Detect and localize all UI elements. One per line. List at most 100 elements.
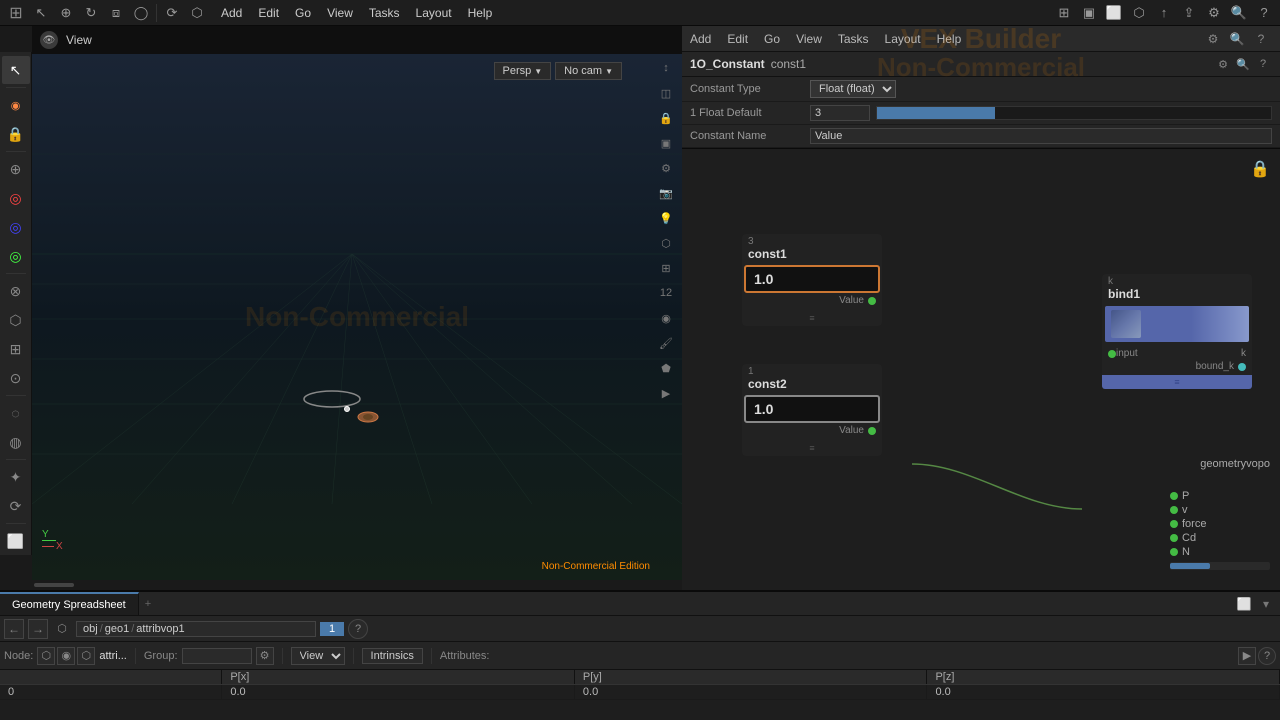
viewport-obj-icon[interactable]: ⬡ (654, 231, 678, 255)
time-icon[interactable]: ⟳ (160, 1, 184, 25)
brush-btn[interactable]: ◌ (2, 399, 30, 427)
viewport-shader-icon[interactable]: ⬟ (654, 356, 678, 380)
const2-display[interactable]: 1.0 (744, 395, 880, 423)
constant-type-select[interactable]: Float (float) (810, 80, 896, 98)
bind1-node[interactable]: k bind1 input k bound_k (1102, 274, 1252, 389)
const1-display[interactable]: 1.0 (744, 265, 880, 293)
select-tool-btn[interactable]: ↖ (2, 56, 30, 84)
float-default-slider[interactable] (876, 106, 1272, 120)
select-tool-icon[interactable]: ↖ (29, 1, 53, 25)
vex-menu-layout[interactable]: Layout (885, 32, 921, 46)
node-icon1[interactable]: ⬡ (37, 647, 55, 665)
viewport-lock2-icon[interactable]: 🔒 (654, 106, 678, 130)
lock-btn[interactable]: 🔒 (2, 120, 30, 148)
menu-layout[interactable]: Layout (408, 4, 460, 22)
vex-menu-help[interactable]: Help (937, 32, 962, 46)
vex-node-canvas[interactable]: 3 const1 1.0 Value ≡ (682, 149, 1280, 590)
viewport-display-icon[interactable]: ◫ (654, 81, 678, 105)
view-tool-btn[interactable]: ◉ (2, 91, 30, 119)
viewport-light-icon[interactable]: 💡 (654, 206, 678, 230)
snap-btn[interactable]: ⊞ (2, 335, 30, 363)
intrinsics-button[interactable]: Intrinsics (362, 648, 423, 664)
render-icon[interactable]: ◯ (129, 1, 153, 25)
vex-help-icon[interactable]: ? (1250, 28, 1272, 50)
path-breadcrumb[interactable]: obj / geo1 / attribvop1 (76, 621, 316, 637)
app-menu-icon[interactable]: ⊞ (4, 1, 28, 25)
layout-icon[interactable]: ⊞ (1052, 1, 1076, 25)
export-icon[interactable]: ↑ (1152, 1, 1176, 25)
menu-tasks[interactable]: Tasks (361, 4, 408, 22)
viewport-pan-icon[interactable]: ↕ (654, 56, 678, 80)
view-mode-icon[interactable]: 👁 (40, 31, 58, 49)
props-settings-icon[interactable]: ⚙ (1214, 55, 1232, 73)
vex-menu-go[interactable]: Go (764, 32, 780, 46)
props-help2-icon[interactable]: ? (1254, 55, 1272, 73)
viewport-render-icon[interactable]: ▣ (654, 131, 678, 155)
viewport-settings2-icon[interactable]: ⚙ (654, 156, 678, 180)
help-icon[interactable]: ? (1252, 1, 1276, 25)
node-btn[interactable]: ⬡ (2, 306, 30, 334)
nav-back-button[interactable]: ← (4, 619, 24, 639)
viewport-snap2-icon[interactable]: 12 (654, 281, 678, 305)
viewport-scrollbar[interactable] (32, 580, 682, 590)
vex-menu-add[interactable]: Add (690, 32, 711, 46)
props-search2-icon[interactable]: 🔍 (1234, 55, 1252, 73)
search-icon[interactable]: 🔍 (1227, 1, 1251, 25)
geometry-spreadsheet-tab[interactable]: Geometry Spreadsheet (0, 592, 139, 615)
frame-icon[interactable]: ⬡ (1127, 1, 1151, 25)
node-editor-icon[interactable]: ⬜ (1102, 1, 1126, 25)
cam-dropdown[interactable]: No cam ▼ (555, 62, 622, 80)
scale-btn[interactable]: ◎ (2, 213, 30, 241)
viewport-paint2-icon[interactable]: 🖌 (654, 331, 678, 355)
point-count-button[interactable]: 1 (320, 622, 344, 636)
menu-edit[interactable]: Edit (250, 4, 287, 22)
asset-icon[interactable]: ⬡ (185, 1, 209, 25)
render2-icon[interactable]: ▣ (1077, 1, 1101, 25)
path-home-icon[interactable]: ⬡ (52, 619, 72, 639)
persp-dropdown[interactable]: Persp ▼ (494, 62, 552, 80)
pose-btn[interactable]: ✦ (2, 463, 30, 491)
viewport-grid-icon[interactable]: ⊞ (654, 256, 678, 280)
viewport-vis-icon[interactable]: ◉ (654, 306, 678, 330)
spreadsheet-table-wrap[interactable]: P[x] P[y] P[z] 0 0.0 0.0 0.0 (0, 670, 1280, 720)
vex-menu-edit[interactable]: Edit (727, 32, 748, 46)
vex-menu-view[interactable]: View (796, 32, 822, 46)
vex-settings-icon[interactable]: ⚙ (1202, 28, 1224, 50)
menu-add[interactable]: Add (213, 4, 250, 22)
3d-viewport[interactable]: Non-Commercial Persp ▼ No cam ▼ (32, 54, 682, 580)
menu-view[interactable]: View (319, 4, 361, 22)
share-icon[interactable]: ⇪ (1177, 1, 1201, 25)
vex-menu-tasks[interactable]: Tasks (838, 32, 869, 46)
transform-tool-icon[interactable]: ⊕ (54, 1, 78, 25)
transform-btn[interactable]: ◎ (2, 242, 30, 270)
view-select[interactable]: View (291, 647, 345, 665)
viewport-camera2-icon[interactable]: 📷 (654, 181, 678, 205)
network-icon[interactable]: ⧈ (104, 1, 128, 25)
menu-help[interactable]: Help (460, 4, 501, 22)
move-btn[interactable]: ⊕ (2, 155, 30, 183)
node-icon2[interactable]: ◉ (57, 647, 75, 665)
paint-btn[interactable]: ◍ (2, 428, 30, 456)
handle-btn[interactable]: ⊗ (2, 277, 30, 305)
tab-maximize-icon[interactable]: ⬜ (1234, 594, 1254, 614)
menu-go[interactable]: Go (287, 4, 319, 22)
const2-node[interactable]: 1 const2 1.0 Value ≡ (742, 364, 882, 456)
pivot-btn[interactable]: ⊙ (2, 364, 30, 392)
wire-btn[interactable]: ⟳ (2, 492, 30, 520)
rotate-tool-icon[interactable]: ↻ (79, 1, 103, 25)
edit-geo-btn[interactable]: ⬜ (2, 527, 30, 555)
add-tab-button[interactable]: + (139, 596, 157, 612)
group-input[interactable] (182, 648, 252, 664)
spreadsheet-help-button[interactable]: ? (348, 619, 368, 639)
const1-node[interactable]: 3 const1 1.0 Value ≡ (742, 234, 882, 326)
group-filter-button[interactable]: ⚙ (256, 647, 274, 665)
node-selection[interactable]: attri... (99, 650, 127, 662)
help-button[interactable]: ? (1258, 647, 1276, 665)
float-default-input[interactable] (810, 105, 870, 121)
node-icon3[interactable]: ⬡ (77, 647, 95, 665)
viewport-anim-icon[interactable]: ▶ (654, 381, 678, 405)
nav-forward-button[interactable]: → (28, 619, 48, 639)
play-button[interactable]: ▶ (1238, 647, 1256, 665)
rotate-btn[interactable]: ◎ (2, 184, 30, 212)
settings-icon[interactable]: ⚙ (1202, 1, 1226, 25)
